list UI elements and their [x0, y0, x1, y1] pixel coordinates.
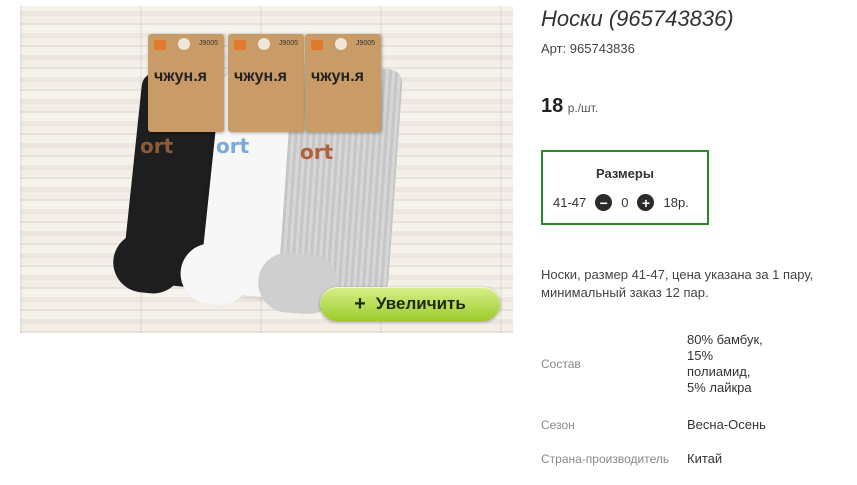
tag-brand: чжун.я	[154, 68, 207, 85]
zoom-button[interactable]: + Увеличить	[320, 287, 500, 321]
product-article: Арт: 965743836	[541, 41, 635, 56]
property-row: Страна-производитель Китай	[541, 445, 767, 473]
tag-brand: чжун.я	[234, 68, 287, 85]
product-tag: J9005 чжун.я	[305, 34, 381, 132]
tag-brand: чжун.я	[311, 68, 364, 85]
brand-logo-icon	[154, 40, 166, 50]
property-key: Сезон	[541, 418, 575, 432]
plus-icon[interactable]: +	[637, 194, 655, 211]
brand-logo-icon	[234, 40, 246, 50]
product-photo[interactable]: ort ort ort J9005 чжун.я J9005 чжун.я J9…	[20, 6, 513, 333]
property-value: 80% бамбук, 15% полиамид, 5% лайкра	[687, 332, 763, 395]
size-row: 41-47 − 0 + 18р.	[553, 194, 689, 211]
plus-icon: +	[354, 292, 366, 315]
properties-table: Состав 80% бамбук, 15% полиамид, 5% лайк…	[541, 323, 767, 473]
sock-print-text: ort	[216, 134, 250, 158]
price-unit: р./шт.	[567, 101, 599, 115]
sizes-box: Размеры 41-47 − 0 + 18р.	[541, 150, 709, 225]
product-description: Носки, размер 41-47, цена указана за 1 п…	[541, 267, 814, 300]
sock-print-text: ort	[300, 140, 334, 164]
property-key: Страна-производитель	[541, 452, 670, 466]
product-price: 18 р./шт.	[541, 95, 598, 118]
sock-print-text: ort	[140, 134, 174, 158]
size-price: 18р.	[663, 195, 689, 210]
product-tag: J9005 чжун.я	[148, 34, 224, 132]
product-tag: J9005 чжун.я	[228, 34, 304, 132]
property-row: Сезон Весна-Осень	[541, 405, 767, 445]
quantity-value[interactable]: 0	[621, 195, 628, 210]
price-amount: 18	[541, 95, 564, 117]
tag-code: J9005	[278, 40, 298, 47]
tag-code: J9005	[198, 40, 218, 47]
minus-icon[interactable]: −	[595, 194, 613, 211]
tag-code: J9005	[355, 40, 375, 47]
product-title: Носки (965743836)	[541, 6, 734, 31]
property-key: Состав	[541, 357, 581, 371]
property-value: Китай	[687, 451, 723, 466]
property-row: Состав 80% бамбук, 15% полиамид, 5% лайк…	[541, 323, 767, 405]
size-label: 41-47	[553, 195, 587, 210]
zoom-button-label: Увеличить	[375, 294, 466, 313]
property-value: Весна-Осень	[687, 417, 766, 432]
sizes-title: Размеры	[596, 166, 654, 181]
brand-logo-icon	[311, 40, 323, 50]
